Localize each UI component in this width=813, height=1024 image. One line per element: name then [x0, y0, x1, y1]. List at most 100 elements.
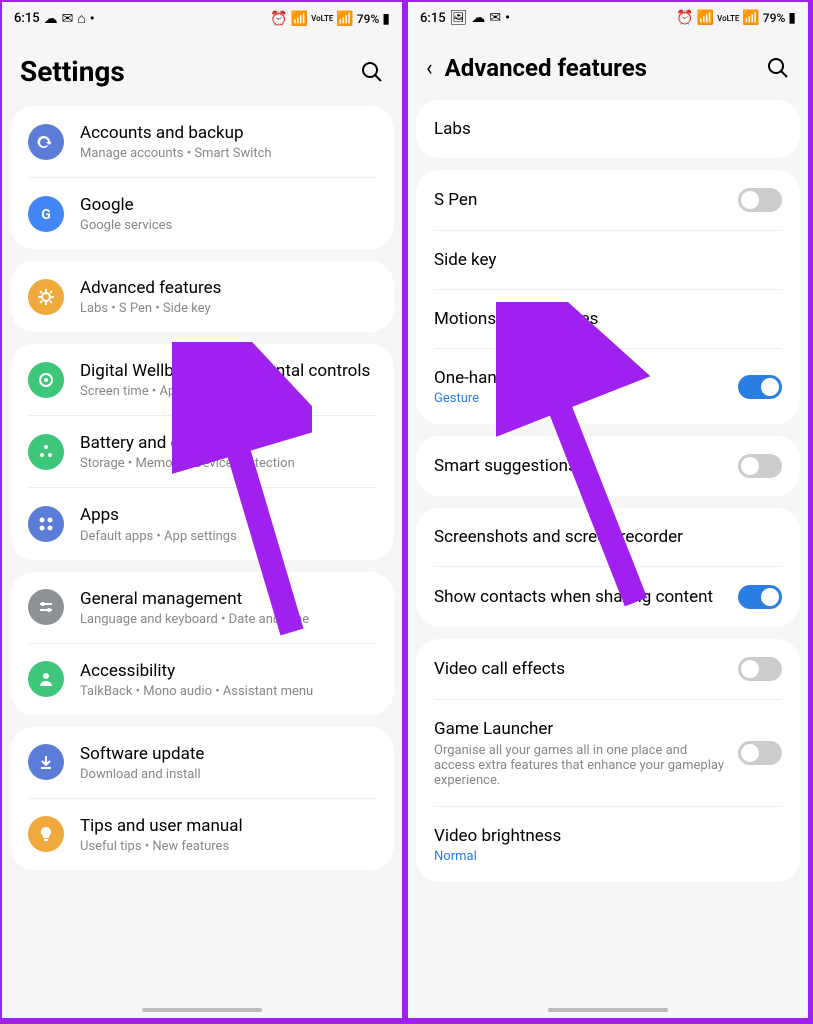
toggle-switch[interactable]: [738, 188, 782, 212]
gear-icon: [28, 279, 64, 315]
row-text: Apps Default apps • App settings: [80, 504, 376, 543]
settings-item[interactable]: Digital Wellbeing and parental controls S…: [28, 344, 376, 416]
item-title: General management: [80, 588, 376, 610]
item-subtitle: Language and keyboard • Date and time: [80, 612, 376, 627]
feature-item[interactable]: Smart suggestions: [434, 436, 782, 496]
volte-icon: VoLTE: [311, 14, 333, 23]
item-title: Video brightness: [434, 825, 772, 847]
settings-item[interactable]: Battery and device careStorage • Memory …: [28, 416, 376, 488]
settings-item[interactable]: Software updateDownload and install: [28, 727, 376, 799]
wifi-icon: 📶: [291, 11, 308, 27]
item-subtitle: Default apps • App settings: [80, 529, 376, 544]
feature-item[interactable]: Game LauncherOrganise all your games all…: [434, 700, 782, 806]
row-text: Advanced featuresLabs • S Pen • Side key: [80, 277, 376, 316]
settings-group: Software updateDownload and install Tips …: [10, 727, 394, 870]
settings-item[interactable]: AccessibilityTalkBack • Mono audio • Ass…: [28, 644, 376, 715]
item-subtitle: TalkBack • Mono audio • Assistant menu: [80, 684, 376, 699]
feature-item[interactable]: Labs: [434, 100, 782, 158]
row-text: Accounts and backup Manage accounts • Sma…: [80, 122, 376, 161]
status-time: 6:15: [420, 11, 446, 26]
settings-item[interactable]: General management Language and keyboard …: [28, 572, 376, 644]
feature-group: Video call effects Game LauncherOrganise …: [416, 639, 800, 881]
item-title: One-handed mode: [434, 367, 728, 389]
feature-item[interactable]: Screenshots and screen recorder: [434, 508, 782, 567]
item-subtitle: Screen time • App timers: [80, 384, 376, 399]
feature-item[interactable]: Video brightness Normal: [434, 807, 782, 882]
feature-item[interactable]: One-handed mode Gesture: [434, 349, 782, 424]
item-subtitle: Google services: [80, 218, 376, 233]
bulb-icon: [28, 816, 64, 852]
feature-item[interactable]: Motions and gestures: [434, 290, 782, 349]
item-title: Software update: [80, 743, 376, 765]
status-bar: 6:15 🖼 ☁ ✉ • ⏰ 📶 VoLTE 📶 79% ▮: [408, 2, 808, 34]
item-subtitle: Gesture: [434, 391, 728, 406]
signal-icon: 📶: [336, 11, 353, 27]
item-subtitle: Normal: [434, 849, 772, 864]
item-subtitle: Manage accounts • Smart Switch: [80, 146, 376, 161]
wifi-icon: 📶: [697, 10, 714, 26]
status-bar: 6:15 ☁ ✉ ⌂ • ⏰ 📶 VoLTE 📶 79% ▮: [2, 2, 402, 35]
settings-group: General management Language and keyboard …: [10, 572, 394, 715]
toggle-switch[interactable]: [738, 741, 782, 765]
row-text: Smart suggestions: [434, 455, 738, 477]
toggle-switch[interactable]: [738, 585, 782, 609]
dot-icon: •: [505, 10, 510, 26]
row-text: Game LauncherOrganise all your games all…: [434, 718, 738, 787]
feature-item[interactable]: Side key: [434, 231, 782, 290]
item-title: Video call effects: [434, 658, 728, 680]
item-title: Digital Wellbeing and parental controls: [80, 360, 376, 382]
phone-right: 6:15 🖼 ☁ ✉ • ⏰ 📶 VoLTE 📶 79% ▮ ‹ Advance…: [406, 0, 810, 1020]
toggle-switch[interactable]: [738, 454, 782, 478]
search-icon[interactable]: [360, 60, 384, 84]
page-title: Advanced features: [445, 54, 647, 82]
header-right: ‹ Advanced features: [408, 34, 808, 100]
search-icon[interactable]: [766, 56, 790, 80]
battery-icon: ▮: [382, 11, 390, 27]
feature-item[interactable]: Video call effects: [434, 639, 782, 700]
item-title: Smart suggestions: [434, 455, 728, 477]
settings-item[interactable]: Apps Default apps • App settings: [28, 488, 376, 559]
battery-pct: 79%: [763, 11, 785, 25]
row-text: Video call effects: [434, 658, 738, 680]
settings-item[interactable]: G GoogleGoogle services: [28, 178, 376, 249]
home-icon: ⌂: [77, 10, 85, 27]
row-text: Show contacts when sharing content: [434, 586, 738, 608]
back-button[interactable]: ‹: [426, 56, 433, 81]
settings-item[interactable]: Advanced featuresLabs • S Pen • Side key: [28, 261, 376, 332]
nav-bar[interactable]: [142, 1008, 262, 1012]
item-subtitle: Organise all your games all in one place…: [434, 743, 728, 788]
item-title: Battery and device care: [80, 432, 376, 454]
item-title: Advanced features: [80, 277, 376, 299]
mail-icon: ✉: [62, 11, 74, 27]
feature-item[interactable]: S Pen: [434, 170, 782, 231]
settings-group: Advanced featuresLabs • S Pen • Side key: [10, 261, 394, 332]
row-text: Side key: [434, 249, 782, 271]
toggle-switch[interactable]: [738, 375, 782, 399]
item-title: Apps: [80, 504, 376, 526]
status-left: 6:15 🖼 ☁ ✉ •: [420, 10, 510, 26]
item-title: Screenshots and screen recorder: [434, 526, 772, 548]
alarm-icon: ⏰: [270, 11, 287, 27]
feature-group: Screenshots and screen recorder Show cont…: [416, 508, 800, 627]
row-text: Software updateDownload and install: [80, 743, 376, 782]
settings-item[interactable]: Tips and user manualUseful tips • New fe…: [28, 799, 376, 870]
row-text: GoogleGoogle services: [80, 194, 376, 233]
alarm-icon: ⏰: [676, 10, 693, 26]
status-right: ⏰ 📶 VoLTE 📶 79% ▮: [676, 10, 796, 26]
item-title: Show contacts when sharing content: [434, 586, 728, 608]
sliders-icon: [28, 589, 64, 625]
row-text: Motions and gestures: [434, 308, 782, 330]
nav-bar[interactable]: [548, 1008, 668, 1012]
settings-item[interactable]: Accounts and backup Manage accounts • Sma…: [28, 106, 376, 178]
item-title: S Pen: [434, 189, 728, 211]
row-text: Battery and device careStorage • Memory …: [80, 432, 376, 471]
feature-item[interactable]: Show contacts when sharing content: [434, 567, 782, 627]
status-right: ⏰ 📶 VoLTE 📶 79% ▮: [270, 11, 390, 27]
download-icon: [28, 744, 64, 780]
image-icon: 🖼: [450, 10, 468, 26]
phone-left: 6:15 ☁ ✉ ⌂ • ⏰ 📶 VoLTE 📶 79% ▮ Settings …: [0, 0, 404, 1020]
toggle-switch[interactable]: [738, 657, 782, 681]
svg-text:G: G: [41, 207, 51, 223]
feature-group: S Pen Side key Motions and gestures One-han…: [416, 170, 800, 424]
item-title: Accounts and backup: [80, 122, 376, 144]
